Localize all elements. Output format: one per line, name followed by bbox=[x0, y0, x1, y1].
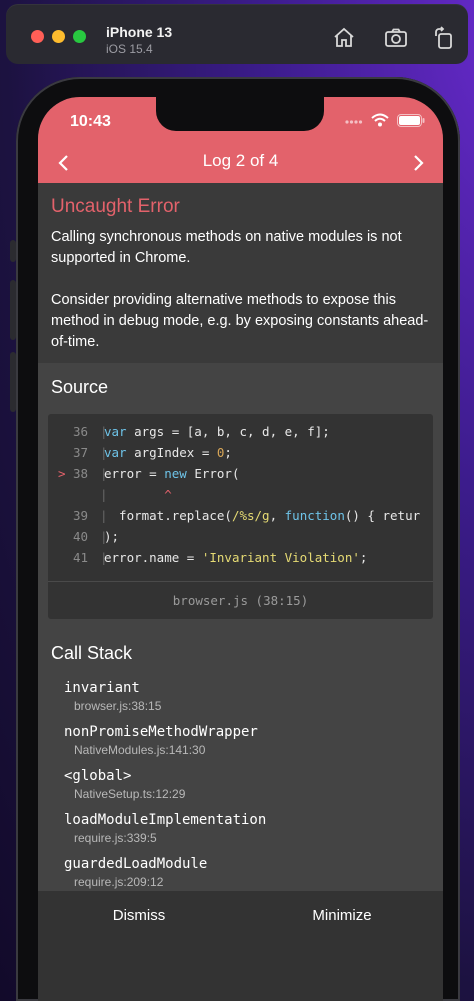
stack-frame-location: browser.js:38:15 bbox=[74, 699, 162, 713]
code-text: format.replace(/%s/g, function() { retur bbox=[104, 508, 421, 523]
wifi-icon bbox=[371, 113, 389, 127]
dismiss-button[interactable]: Dismiss bbox=[38, 907, 240, 924]
code-line: 40 |); bbox=[48, 529, 433, 550]
screenshot-icon[interactable] bbox=[384, 26, 408, 50]
line-number: 38 bbox=[72, 466, 88, 481]
os-version: iOS 15.4 bbox=[106, 42, 153, 56]
stack-frame[interactable]: guardedLoadModule require.js:209:12 bbox=[64, 856, 207, 889]
code-text: var args = [a, b, c, d, e, f]; bbox=[104, 424, 330, 439]
volume-up-button bbox=[10, 280, 16, 340]
code-line: 39 | format.replace(/%s/g, function() { r… bbox=[48, 508, 433, 529]
notch bbox=[156, 97, 324, 131]
stack-frame[interactable]: nonPromiseMethodWrapper NativeModules.js:… bbox=[64, 724, 258, 757]
battery-icon bbox=[397, 113, 425, 127]
source-section: Source 36 | var args = [a, b, c, d, e, f];… bbox=[38, 363, 443, 891]
stack-frame-name: guardedLoadModule bbox=[64, 856, 208, 872]
home-icon[interactable] bbox=[332, 26, 356, 50]
stack-frame-name: invariant bbox=[64, 680, 140, 696]
status-icons bbox=[345, 113, 425, 127]
code-line: 41 | error.name = 'Invariant Violation'; bbox=[48, 550, 433, 571]
stack-frame[interactable]: invariant browser.js:38:15 bbox=[64, 680, 161, 713]
code-text: ); bbox=[104, 529, 120, 544]
minimize-window-button[interactable] bbox=[52, 30, 65, 43]
code-text: error.name = 'Invariant Violation'; bbox=[104, 550, 368, 565]
code-line: | ^ bbox=[48, 487, 433, 508]
log-content[interactable]: Uncaught Error Calling synchronous metho… bbox=[38, 183, 443, 891]
line-number: 40 bbox=[72, 529, 88, 544]
stack-frame-location: require.js:209:12 bbox=[74, 875, 164, 889]
volume-down-button bbox=[10, 352, 16, 412]
code-text: error = new Error( bbox=[104, 466, 240, 481]
device-name: iPhone 13 bbox=[106, 24, 173, 40]
code-line: 37 | var argIndex = 0; bbox=[48, 445, 433, 466]
rotate-icon[interactable] bbox=[432, 26, 456, 50]
source-title: Source bbox=[51, 377, 109, 397]
stack-frame-location: NativeSetup.ts:12:29 bbox=[74, 787, 186, 801]
status-time: 10:43 bbox=[70, 113, 111, 130]
line-number: 36 bbox=[72, 424, 88, 439]
log-counter: Log 2 of 4 bbox=[202, 151, 279, 170]
call-stack-title: Call Stack bbox=[51, 643, 133, 663]
minimize-button[interactable]: Minimize bbox=[241, 907, 443, 924]
stack-frame[interactable]: loadModuleImplementation require.js:339:5 bbox=[64, 812, 266, 845]
line-number: 37 bbox=[72, 445, 88, 460]
log-header: Log 2 of 4 bbox=[38, 145, 443, 183]
stack-frame-location: require.js:339:5 bbox=[74, 831, 157, 845]
code-text: var argIndex = 0; bbox=[104, 445, 232, 460]
mute-switch bbox=[10, 240, 16, 262]
line-number: 39 bbox=[72, 508, 88, 523]
code-line: >38 | error = new Error( bbox=[48, 466, 433, 487]
line-number: 41 bbox=[72, 550, 88, 565]
code-text: ^ bbox=[104, 487, 172, 502]
error-message: Calling synchronous methods on native mo… bbox=[51, 229, 429, 350]
chevron-right-icon bbox=[414, 155, 424, 171]
close-window-button[interactable] bbox=[31, 30, 44, 43]
error-title: Uncaught Error bbox=[51, 196, 180, 217]
code-line: 36 | var args = [a, b, c, d, e, f]; bbox=[48, 424, 433, 445]
next-log-button[interactable] bbox=[406, 151, 430, 175]
stack-frame-name: <global> bbox=[64, 768, 132, 784]
zoom-window-button[interactable] bbox=[73, 30, 86, 43]
error-section: Uncaught Error Calling synchronous metho… bbox=[38, 183, 443, 361]
stack-frame-location: NativeModules.js:141:30 bbox=[74, 743, 206, 757]
code-lines: 36 | var args = [a, b, c, d, e, f]; 37 | var … bbox=[48, 424, 433, 571]
footer-bar: Dismiss Minimize bbox=[38, 891, 443, 1001]
signal-icon bbox=[345, 120, 363, 124]
current-line-marker: > bbox=[58, 466, 66, 481]
stack-frame-name: loadModuleImplementation bbox=[64, 812, 267, 828]
source-file-location[interactable]: browser.js (38:15) bbox=[48, 581, 433, 619]
code-frame[interactable]: 36 | var args = [a, b, c, d, e, f]; 37 | var … bbox=[48, 414, 433, 619]
phone-screen: 10:43 Log 2 of 4 Uncaught Error Calling … bbox=[38, 97, 443, 1001]
stack-frame-name: nonPromiseMethodWrapper bbox=[64, 724, 258, 740]
simulator-toolbar: iPhone 13 iOS 15.4 bbox=[6, 4, 468, 64]
stack-frame[interactable]: <global> NativeSetup.ts:12:29 bbox=[64, 768, 185, 801]
